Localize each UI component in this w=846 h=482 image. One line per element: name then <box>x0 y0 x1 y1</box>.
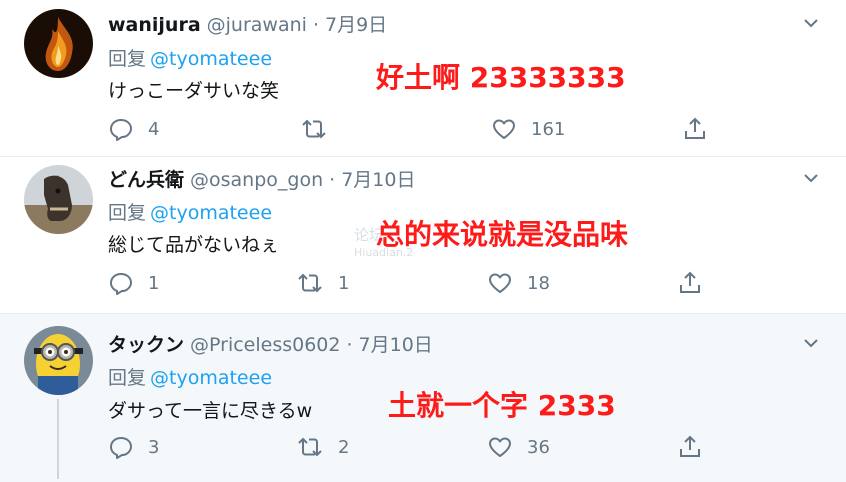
retweet-button[interactable] <box>300 117 342 141</box>
reply-icon <box>110 437 132 459</box>
tweet-text: けっこーダサいな笑 <box>108 80 280 102</box>
overlay-caption: 好土啊 23333333 <box>376 61 626 94</box>
tweet-text: 総じて品がないねぇ <box>108 234 280 256</box>
avatar-minion-icon <box>24 326 93 395</box>
avatar[interactable] <box>24 326 93 395</box>
reply-prefix: 回复 <box>108 202 147 224</box>
like-count: 18 <box>527 272 550 294</box>
tweet-2-header: どん兵衛 @osanpo_gon · 7月10日 <box>108 165 415 192</box>
mention-link[interactable]: @tyomateee <box>150 202 272 224</box>
retweet-count: 1 <box>338 272 350 294</box>
share-icon <box>680 271 700 293</box>
heart-icon <box>493 119 515 139</box>
separator: · <box>312 14 319 36</box>
retweet-icon <box>298 273 322 293</box>
user-handle[interactable]: @osanpo_gon <box>190 169 323 191</box>
reply-button[interactable]: 1 <box>108 271 159 295</box>
reply-count: 4 <box>148 118 160 140</box>
like-button[interactable]: 18 <box>487 271 550 295</box>
retweet-button[interactable]: 1 <box>296 271 349 295</box>
tweet-date[interactable]: 7月10日 <box>359 330 433 357</box>
reply-count: 1 <box>148 272 160 294</box>
like-button[interactable]: 36 <box>487 435 550 459</box>
display-name[interactable]: wanijura <box>108 14 201 36</box>
reply-button[interactable]: 3 <box>108 435 159 459</box>
like-count: 161 <box>531 118 566 140</box>
like-button[interactable]: 161 <box>491 117 565 141</box>
mention-link[interactable]: @tyomateee <box>150 367 272 389</box>
heart-icon <box>489 273 511 293</box>
avatar-horse-icon <box>24 165 93 234</box>
share-icon <box>685 117 705 139</box>
tweet-date[interactable]: 7月10日 <box>341 165 415 192</box>
reply-prefix: 回复 <box>108 48 147 70</box>
heart-icon <box>489 437 511 457</box>
reply-icon <box>110 273 132 295</box>
share-button[interactable] <box>677 434 703 460</box>
avatar[interactable] <box>24 9 93 78</box>
replying-to: 回复 @tyomateee <box>108 363 272 390</box>
retweet-count: 2 <box>338 436 350 458</box>
reply-icon <box>110 119 132 141</box>
chevron-down-icon[interactable] <box>802 336 820 350</box>
share-button[interactable] <box>682 116 708 142</box>
avatar-flame-icon <box>24 9 93 78</box>
chevron-down-icon[interactable] <box>802 171 820 185</box>
user-handle[interactable]: @jurawani <box>207 14 307 36</box>
tweet-3-header: タックン @Priceless0602 · 7月10日 <box>108 330 433 357</box>
replying-to: 回复 @tyomateee <box>108 198 272 225</box>
tweet-date[interactable]: 7月9日 <box>325 10 387 37</box>
retweet-icon <box>298 437 322 457</box>
overlay-caption: 土就一个字 2333 <box>388 389 616 422</box>
chevron-down-icon[interactable] <box>802 16 820 30</box>
separator: · <box>329 169 336 191</box>
overlay-caption: 总的来说就是没品味 <box>376 218 629 251</box>
share-button[interactable] <box>677 270 703 296</box>
reply-prefix: 回复 <box>108 367 147 389</box>
tweet-text: ダサって一言に尽きるw <box>108 400 313 422</box>
user-handle[interactable]: @Priceless0602 <box>190 334 340 356</box>
tweet-1-header: wanijura @jurawani · 7月9日 <box>108 10 387 37</box>
separator: · <box>346 334 353 356</box>
reply-count: 3 <box>148 436 160 458</box>
replying-to: 回复 @tyomateee <box>108 44 272 71</box>
reply-button[interactable]: 4 <box>108 117 159 141</box>
thread-line <box>57 399 59 479</box>
share-icon <box>680 435 700 457</box>
display-name[interactable]: タックン <box>108 330 184 357</box>
retweet-button[interactable]: 2 <box>296 435 349 459</box>
retweet-icon <box>302 119 326 139</box>
mention-link[interactable]: @tyomateee <box>150 48 272 70</box>
like-count: 36 <box>527 436 550 458</box>
avatar[interactable] <box>24 165 93 234</box>
display-name[interactable]: どん兵衛 <box>108 165 184 192</box>
